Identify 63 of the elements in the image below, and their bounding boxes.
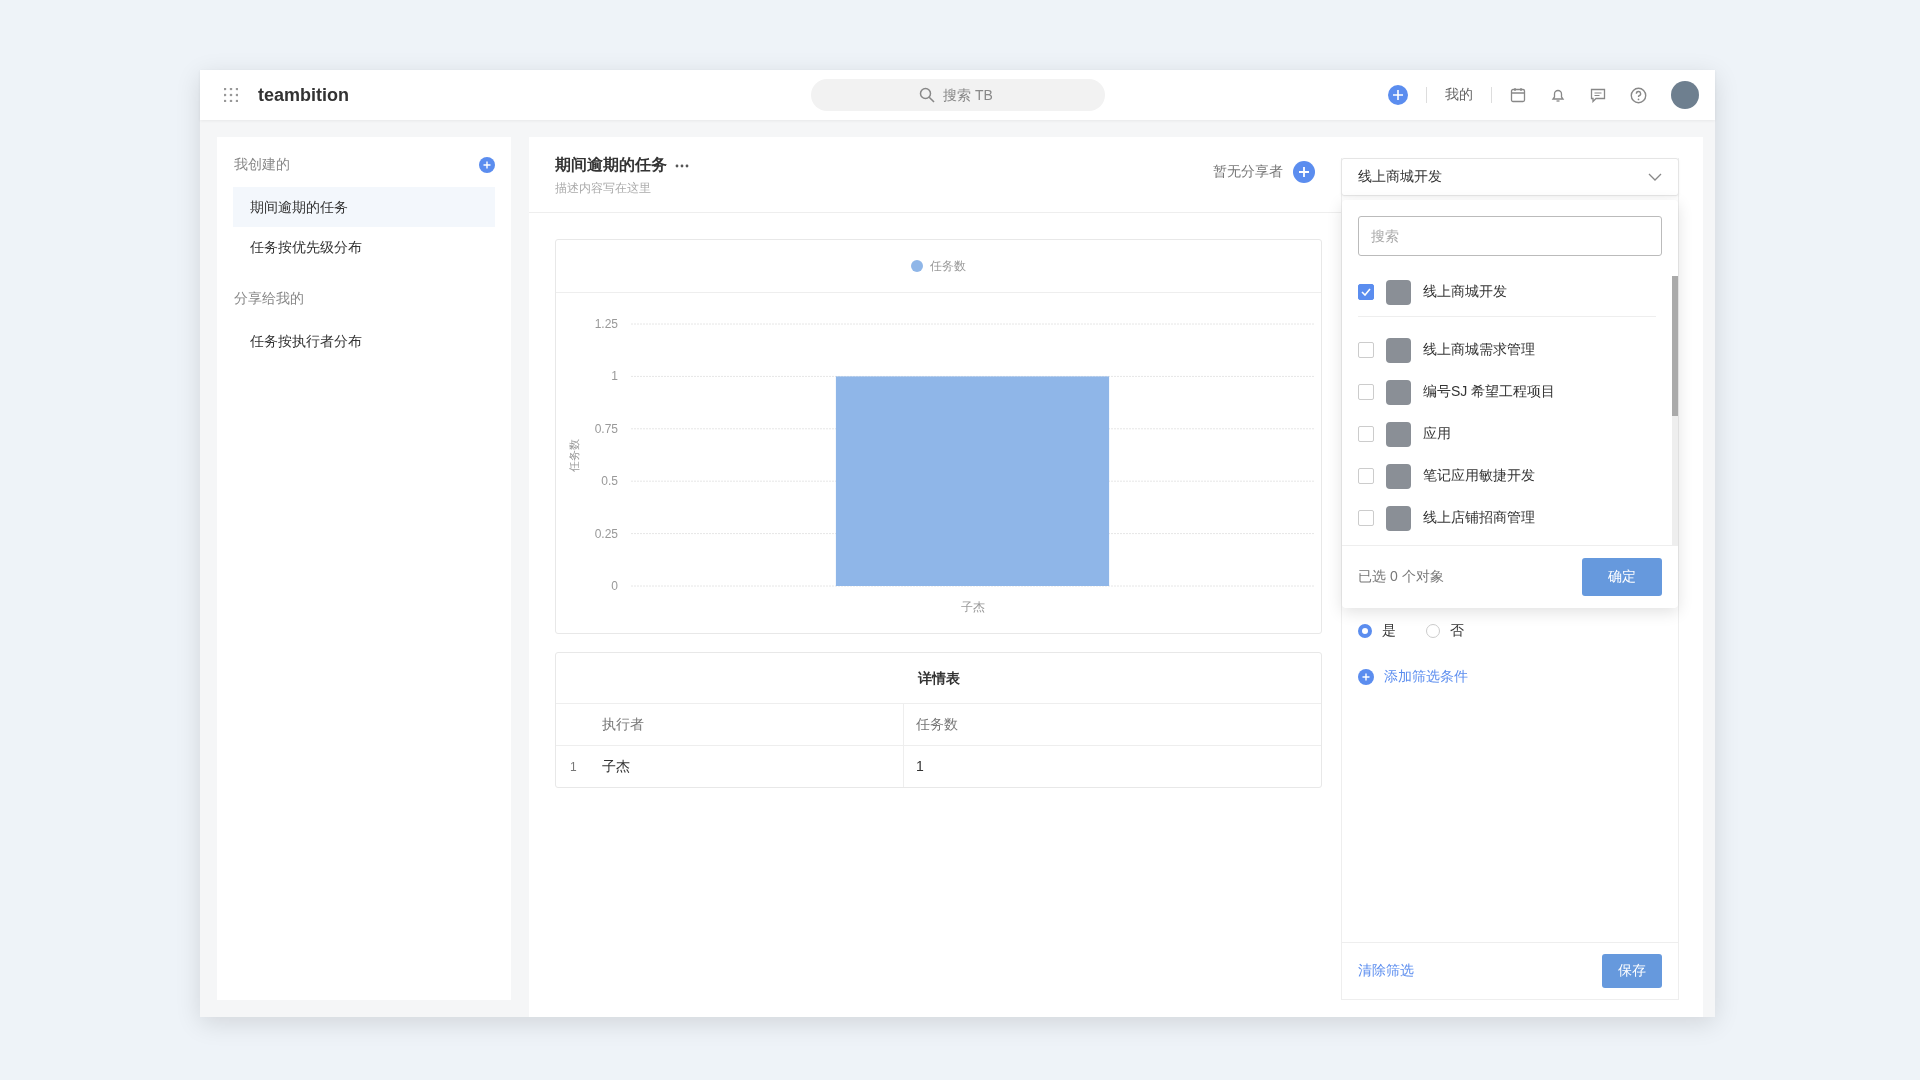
checkbox[interactable] <box>1358 284 1374 300</box>
checkbox[interactable] <box>1358 468 1374 484</box>
project-option[interactable]: 线上店铺招商管理 <box>1358 497 1656 539</box>
search-icon <box>919 87 935 103</box>
photo-placeholder <box>1386 279 1411 305</box>
checkbox[interactable] <box>1358 426 1374 442</box>
table-cell-text: 子杰 <box>602 757 631 776</box>
radio-label: 否 <box>1450 622 1464 640</box>
sidebar-item[interactable]: 任务按优先级分布 <box>233 227 495 267</box>
project-option[interactable]: 笔记应用敏捷开发 <box>1358 455 1656 497</box>
project-option[interactable]: 编号SJ 希望工程项目 <box>1358 371 1656 413</box>
column-header: 任务数 <box>903 704 1321 745</box>
add-icon <box>1358 669 1374 685</box>
apps-grid-icon[interactable] <box>224 88 238 102</box>
help-icon[interactable] <box>1630 86 1647 104</box>
photo-placeholder <box>1386 463 1411 489</box>
add-icon[interactable] <box>479 157 495 173</box>
photo-placeholder <box>1386 505 1411 531</box>
project-option[interactable]: 线上商城需求管理 <box>1358 329 1656 371</box>
y-tick-label: 1.25 <box>594 317 618 331</box>
column-header: 执行者 <box>602 715 645 734</box>
radio-button[interactable] <box>1358 624 1372 638</box>
photo-placeholder <box>1386 337 1411 363</box>
my-link[interactable]: 我的 <box>1445 86 1473 104</box>
logo: teambition <box>258 84 349 106</box>
selected-count: 已选 0 个对象 <box>1358 568 1444 586</box>
table-cell: 1 <box>903 746 1321 787</box>
sidebar-item[interactable]: 任务按执行者分布 <box>233 321 495 361</box>
y-axis-title: 任务数 <box>568 438 580 472</box>
legend-label: 任务数 <box>930 257 966 275</box>
x-tick-label: 子杰 <box>960 600 985 614</box>
project-select[interactable]: 线上商城开发 <box>1341 158 1679 196</box>
sidebar-item[interactable]: 期间逾期的任务 <box>233 187 495 227</box>
add-icon[interactable] <box>1293 161 1315 183</box>
section-title: 分享给我的 <box>234 290 304 308</box>
table-title: 详情表 <box>556 653 1321 704</box>
y-tick-label: 1 <box>611 369 618 384</box>
chevron-down-icon <box>1648 173 1662 181</box>
calendar-icon[interactable] <box>1510 87 1526 103</box>
report-description: 描述内容写在这里 <box>555 180 652 197</box>
y-tick-label: 0 <box>611 579 618 593</box>
project-option[interactable]: 应用 <box>1358 413 1656 455</box>
search-field[interactable]: 搜索 TB <box>811 79 1105 111</box>
radio-label: 是 <box>1382 622 1396 640</box>
photo-placeholder <box>1386 379 1411 405</box>
share-label: 暂无分享者 <box>1213 163 1283 181</box>
checkbox[interactable] <box>1358 510 1374 526</box>
more-icon[interactable] <box>675 163 689 168</box>
y-tick-label: 0.5 <box>601 474 618 489</box>
checkbox[interactable] <box>1358 384 1374 400</box>
row-number: 1 <box>569 759 578 774</box>
section-title: 我创建的 <box>234 156 290 174</box>
message-icon[interactable] <box>1590 87 1606 103</box>
user-avatar[interactable] <box>1671 81 1699 109</box>
y-tick-label: 0.25 <box>594 526 618 541</box>
photo-placeholder <box>1386 421 1411 447</box>
search-field[interactable]: 搜索 <box>1358 216 1662 256</box>
report-title: 期间逾期的任务 <box>555 155 667 175</box>
add-icon[interactable] <box>1388 85 1408 105</box>
checkmark-icon <box>1361 288 1371 296</box>
bell-icon[interactable] <box>1550 87 1566 103</box>
checkbox[interactable] <box>1358 342 1374 358</box>
y-tick-label: 0.75 <box>594 421 618 436</box>
